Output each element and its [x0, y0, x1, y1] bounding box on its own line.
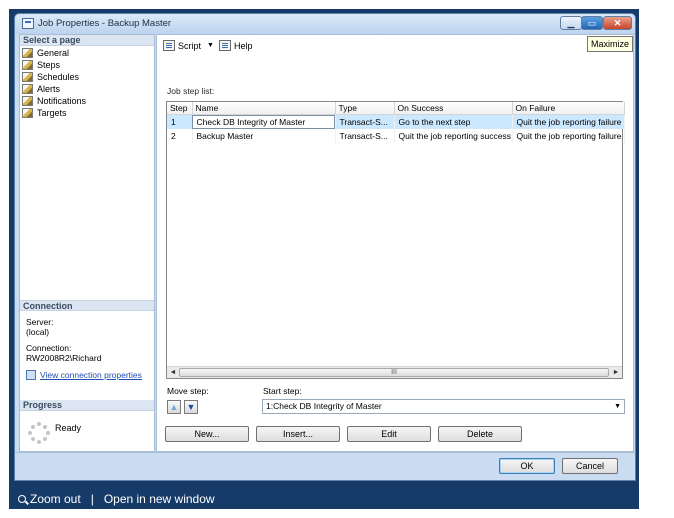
page-item-label: Notifications: [37, 96, 87, 106]
horizontal-scrollbar[interactable]: ◄ III ►: [167, 366, 622, 378]
move-step-label: Move step:: [167, 386, 209, 396]
wrench-page-icon: [22, 96, 33, 106]
script-label: Script: [178, 40, 202, 51]
help-label: Help: [234, 40, 253, 51]
title-bar[interactable]: Job Properties - Backup Master ▁ ▭ ✕: [15, 14, 635, 34]
page-item-label: Targets: [37, 108, 67, 118]
wrench-page-icon: [22, 48, 33, 58]
zoom-out-icon: [18, 495, 26, 503]
arrow-down-icon: ▼: [186, 402, 196, 412]
page-item-label: Alerts: [37, 84, 61, 94]
connection-section: Connection Server: (local) Connection: R…: [20, 300, 154, 392]
page-item-label: Steps: [37, 60, 61, 70]
progress-header: Progress: [20, 400, 154, 411]
column-header-on-failure[interactable]: On Failure: [512, 102, 625, 115]
cell-on-failure: Quit the job reporting failure: [512, 114, 625, 129]
progress-spinner-icon: [28, 422, 50, 444]
new-step-button[interactable]: New...: [165, 426, 249, 442]
wrench-page-icon: [22, 72, 33, 82]
connection-properties-icon: [26, 370, 36, 380]
window-app-icon: [22, 18, 34, 29]
cell-name: Check DB Integrity of Master: [192, 114, 336, 129]
grid-header-row: Step Name Type On Success On Failure: [167, 102, 625, 115]
edit-step-button[interactable]: Edit: [347, 426, 431, 442]
select-page-header: Select a page: [20, 35, 154, 46]
arrow-up-icon: ▲: [169, 402, 179, 412]
cell-type: Transact-S...: [335, 128, 395, 143]
insert-step-button[interactable]: Insert...: [256, 426, 340, 442]
cell-step: 2: [167, 128, 193, 143]
cell-step: 1: [167, 114, 193, 129]
cell-on-success: Go to the next step: [394, 114, 513, 129]
start-step-select[interactable]: 1:Check DB Integrity of Master ▼: [262, 399, 625, 414]
cell-type: Transact-S...: [335, 114, 395, 129]
job-step-list-label: Job step list:: [167, 86, 215, 96]
cancel-button[interactable]: Cancel: [562, 458, 618, 474]
table-row[interactable]: 1 Check DB Integrity of Master Transact-…: [167, 114, 625, 129]
scroll-grip: III: [391, 369, 397, 376]
page-item-targets[interactable]: Targets: [22, 107, 154, 119]
steps-page: Script ▼ Help Job step list: Step Name T…: [156, 34, 634, 452]
connection-value: RW2008R2\Richard: [26, 353, 102, 363]
page-list: General Steps Schedules Alerts Notificat…: [20, 46, 154, 119]
close-button[interactable]: ✕: [603, 16, 632, 30]
scroll-right-icon[interactable]: ►: [610, 367, 622, 378]
left-pane: Select a page General Steps Schedules Al…: [19, 34, 155, 452]
zoom-out-link[interactable]: Zoom out: [30, 492, 81, 506]
wrench-page-icon: [22, 108, 33, 118]
cell-on-failure: Quit the job reporting failure: [512, 128, 625, 143]
open-new-window-link[interactable]: Open in new window: [104, 492, 215, 506]
column-header-on-success[interactable]: On Success: [394, 102, 513, 115]
connection-label: Connection:: [26, 343, 72, 353]
cell-name: Backup Master: [192, 128, 336, 143]
page-item-schedules[interactable]: Schedules: [22, 71, 154, 83]
wrench-page-icon: [22, 60, 33, 70]
page-item-notifications[interactable]: Notifications: [22, 95, 154, 107]
ok-button[interactable]: OK: [499, 458, 555, 474]
scroll-left-icon[interactable]: ◄: [167, 367, 179, 378]
footer-separator: |: [90, 492, 94, 506]
image-footer: Zoom out | Open in new window: [9, 489, 639, 509]
wrench-page-icon: [22, 84, 33, 94]
server-label: Server:: [26, 317, 54, 327]
window-title: Job Properties - Backup Master: [38, 18, 172, 29]
help-icon: [219, 40, 231, 51]
script-button[interactable]: Script ▼: [163, 40, 214, 51]
maximize-tooltip: Maximize: [587, 36, 634, 52]
job-properties-dialog: Job Properties - Backup Master ▁ ▭ ✕ Sel…: [14, 13, 636, 481]
minimize-button[interactable]: ▁: [560, 16, 582, 30]
view-connection-properties-link[interactable]: View connection properties: [40, 370, 142, 380]
column-header-type[interactable]: Type: [335, 102, 395, 115]
maximize-button[interactable]: ▭: [581, 16, 603, 30]
connection-header: Connection: [20, 300, 154, 311]
view-connection-row[interactable]: View connection properties: [20, 370, 154, 380]
page-item-general[interactable]: General: [22, 47, 154, 59]
progress-status: Ready: [55, 423, 82, 433]
cell-on-success: Quit the job reporting success: [394, 128, 513, 143]
table-row[interactable]: 2 Backup Master Transact-S... Quit the j…: [167, 128, 625, 143]
dialog-button-bar: OK Cancel: [15, 452, 635, 482]
scroll-thumb[interactable]: III: [179, 368, 609, 377]
help-button[interactable]: Help: [219, 40, 253, 51]
column-header-name[interactable]: Name: [192, 102, 336, 115]
start-step-label: Start step:: [263, 386, 302, 396]
start-step-value: 1:Check DB Integrity of Master: [266, 401, 382, 411]
move-down-button[interactable]: ▼: [184, 400, 198, 414]
progress-section: Progress Ready: [20, 400, 154, 452]
server-value: (local): [26, 327, 50, 337]
delete-step-button[interactable]: Delete: [438, 426, 522, 442]
page-item-label: Schedules: [37, 72, 80, 82]
move-up-button[interactable]: ▲: [167, 400, 181, 414]
chevron-down-icon[interactable]: ▼: [614, 400, 621, 413]
page-item-label: General: [37, 48, 70, 58]
chevron-down-icon[interactable]: ▼: [207, 42, 214, 49]
job-step-grid[interactable]: Step Name Type On Success On Failure 1 C…: [166, 101, 625, 379]
toolbar: Script ▼ Help: [157, 35, 633, 57]
script-icon: [163, 40, 175, 51]
page-item-steps[interactable]: Steps: [22, 59, 154, 71]
column-header-step[interactable]: Step: [167, 102, 193, 115]
page-item-alerts[interactable]: Alerts: [22, 83, 154, 95]
